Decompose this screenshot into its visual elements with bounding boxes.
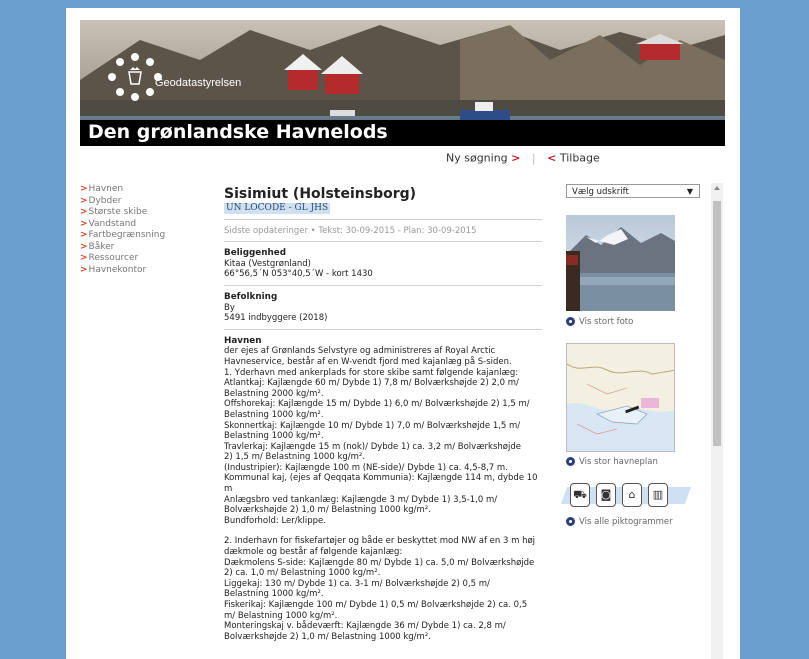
top-links: Ny søgning > | < Tilbage [446, 151, 600, 165]
back-link[interactable]: Tilbage [560, 152, 600, 165]
nav-item-fartbegraensning[interactable]: >Fartbegrænsning [80, 230, 165, 242]
harbour-text-inner: 2. Inderhavn for fiskefartøjer og både e… [224, 536, 536, 642]
divider [224, 284, 542, 286]
show-harbour-plan-link[interactable]: Vis stor havneplan [566, 457, 658, 467]
radio-dot-icon [566, 317, 575, 326]
nav-item-havnekontor[interactable]: >Havnekontor [80, 265, 165, 277]
nav-label: Fartbegrænsning [88, 230, 166, 240]
scrollbar-thumb[interactable] [713, 201, 721, 446]
chevron-left-icon: < [547, 151, 557, 165]
nav-item-dybder[interactable]: >Dybder [80, 196, 165, 208]
building-icon: ▥ [648, 483, 668, 507]
radio-dot-icon [566, 457, 575, 466]
nav-arrow-icon: > [80, 207, 88, 217]
nav-item-ressourcer[interactable]: >Ressourcer [80, 253, 165, 265]
nav-arrow-icon: > [80, 264, 88, 275]
location-coords: 66°56,5´N 053°40,5´W - kort 1430 [224, 269, 373, 280]
pictogram-strip[interactable]: ⛟ ◙ ⌂ ▥ [560, 483, 692, 511]
harbour-text: der ejes af Grønlands Selvstyre og admin… [224, 346, 538, 526]
harbour-photo[interactable] [566, 215, 675, 311]
harbour-plan-image [567, 344, 674, 451]
page-title: Sisimiut (Holsteinsborg) [224, 186, 417, 202]
nav-label: Største skibe [88, 207, 148, 217]
separator: | [531, 151, 536, 165]
show-all-pictograms-link[interactable]: Vis alle piktogrammer [566, 517, 673, 527]
nav-label: Dybder [88, 195, 122, 206]
nav-arrow-icon: > [80, 230, 88, 240]
nav-label: Båker [88, 241, 115, 252]
locode: UN LOCODE - GL JHS [224, 203, 331, 214]
population-type: By [224, 302, 235, 313]
scrollbar[interactable] [711, 183, 723, 659]
bus-icon: ⛟ [570, 483, 590, 507]
divider [224, 218, 542, 220]
nav-label: Vandstand [88, 218, 137, 229]
chevron-right-icon: > [511, 151, 521, 165]
show-harbour-plan-label: Vis stor havneplan [579, 457, 658, 467]
harbour-plan-map[interactable] [566, 343, 675, 452]
nav-arrow-icon: > [80, 218, 88, 229]
nav-label: Havnekontor [88, 264, 147, 275]
divider [224, 241, 542, 243]
main-content: Sisimiut (Holsteinsborg) UN LOCODE - GL … [224, 186, 544, 642]
population-heading: Befolkning [224, 291, 278, 302]
harbour-heading: Havnen [224, 335, 262, 346]
show-all-pictograms-label: Vis alle piktogrammer [579, 517, 673, 527]
radio-dot-icon [566, 517, 575, 526]
page: Geodatastyrelsen Den grønlandske Havnelo… [66, 8, 740, 659]
bollard-icon: ⌂ [622, 483, 642, 507]
update-info: Sidste opdateringer • Tekst: 30-09-2015 … [224, 225, 477, 236]
logo-text: Geodatastyrelsen [155, 77, 242, 89]
chevron-down-icon: ▼ [686, 187, 693, 196]
nav-arrow-icon: > [80, 253, 88, 263]
nav-item-vandstand[interactable]: >Vandstand [80, 219, 165, 231]
harbour-photo-image [566, 215, 675, 311]
nav-item-stoerste-skibe[interactable]: >Største skibe [80, 207, 165, 219]
camera-icon: ◙ [596, 483, 616, 507]
location-heading: Beliggenhed [224, 248, 287, 259]
show-large-photo-label: Vis stort foto [579, 317, 634, 327]
site-title: Den grønlandske Havnelods [88, 121, 388, 143]
location-region: Kitaa (Vestgrønland) [224, 258, 311, 269]
side-nav: >Havnen >Dybder >Største skibe >Vandstan… [80, 184, 165, 276]
nav-arrow-icon: > [80, 241, 88, 252]
print-select[interactable]: Vælg udskrift ▼ [566, 184, 700, 198]
show-large-photo-link[interactable]: Vis stort foto [566, 317, 633, 327]
nav-label: Ressourcer [88, 253, 139, 263]
nav-item-havnen[interactable]: >Havnen [80, 184, 165, 196]
nav-arrow-icon: > [80, 195, 88, 206]
nav-arrow-icon: > [80, 184, 88, 194]
header-banner: Geodatastyrelsen Den grønlandske Havnelo… [80, 20, 725, 146]
nav-item-baaker[interactable]: >Båker [80, 242, 165, 254]
scroll-up-icon[interactable] [714, 186, 720, 190]
nav-label: Havnen [88, 184, 124, 194]
print-select-value: Vælg udskrift [572, 187, 629, 197]
new-search-link[interactable]: Ny søgning [446, 152, 508, 165]
population-count: 5491 indbyggere (2018) [224, 313, 328, 324]
divider [224, 328, 542, 330]
